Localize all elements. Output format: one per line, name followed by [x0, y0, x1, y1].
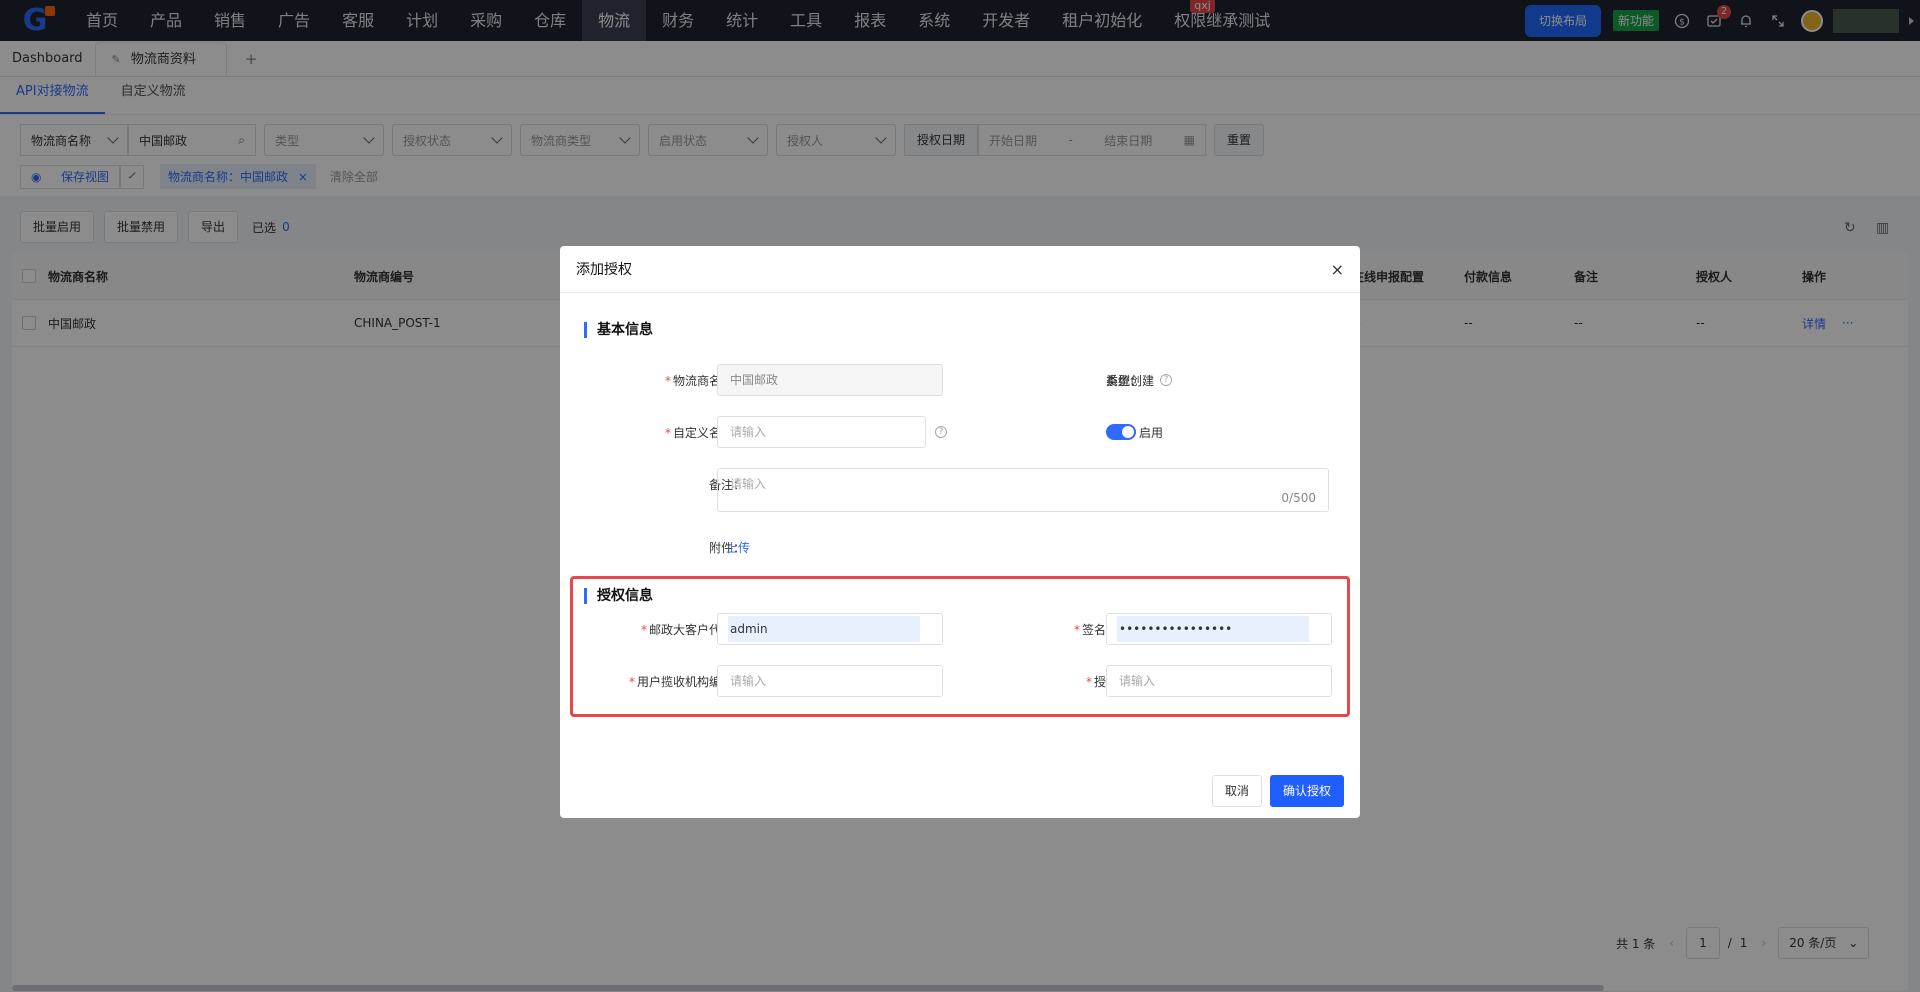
auth-info-title: 授权信息: [584, 588, 653, 604]
postal-code-input[interactable]: admin: [717, 613, 943, 645]
cancel-button[interactable]: 取消: [1212, 775, 1263, 807]
custom-name-input[interactable]: 请输入: [717, 416, 926, 448]
type-value: 系统创建: [1106, 374, 1155, 388]
status-toggle[interactable]: [1106, 424, 1136, 440]
sign-key-input[interactable]: ••••••••••••••••: [1106, 613, 1332, 645]
note-textarea[interactable]: 请输入 0/500: [717, 468, 1329, 512]
note-counter: 0/500: [1281, 491, 1316, 505]
auth-code-input[interactable]: 请输入: [1106, 665, 1332, 697]
attachment-label: 附件：: [708, 541, 745, 555]
org-no-input[interactable]: 请输入: [717, 665, 943, 697]
basic-info-title: 基本信息: [584, 322, 653, 338]
modal-header: 添加授权 ×: [560, 246, 1360, 293]
close-icon[interactable]: ×: [1331, 260, 1344, 279]
note-placeholder: 请输入: [730, 477, 767, 491]
help-icon[interactable]: ?: [1160, 374, 1172, 386]
confirm-auth-button[interactable]: 确认授权: [1270, 775, 1345, 807]
add-auth-modal: 添加授权 × 基本信息 * 物流商名称： 中国邮政 类型： 系统创建 ? * 自定义…: [560, 246, 1360, 818]
carrier-name-input: 中国邮政: [717, 364, 943, 396]
postal-code-value: admin: [730, 622, 768, 636]
upload-link[interactable]: 上传: [726, 539, 750, 556]
help-icon[interactable]: ?: [935, 426, 947, 438]
modal-title: 添加授权: [576, 262, 632, 278]
sign-key-value: ••••••••••••••••: [1119, 622, 1233, 636]
status-value: 启用: [1139, 426, 1164, 440]
